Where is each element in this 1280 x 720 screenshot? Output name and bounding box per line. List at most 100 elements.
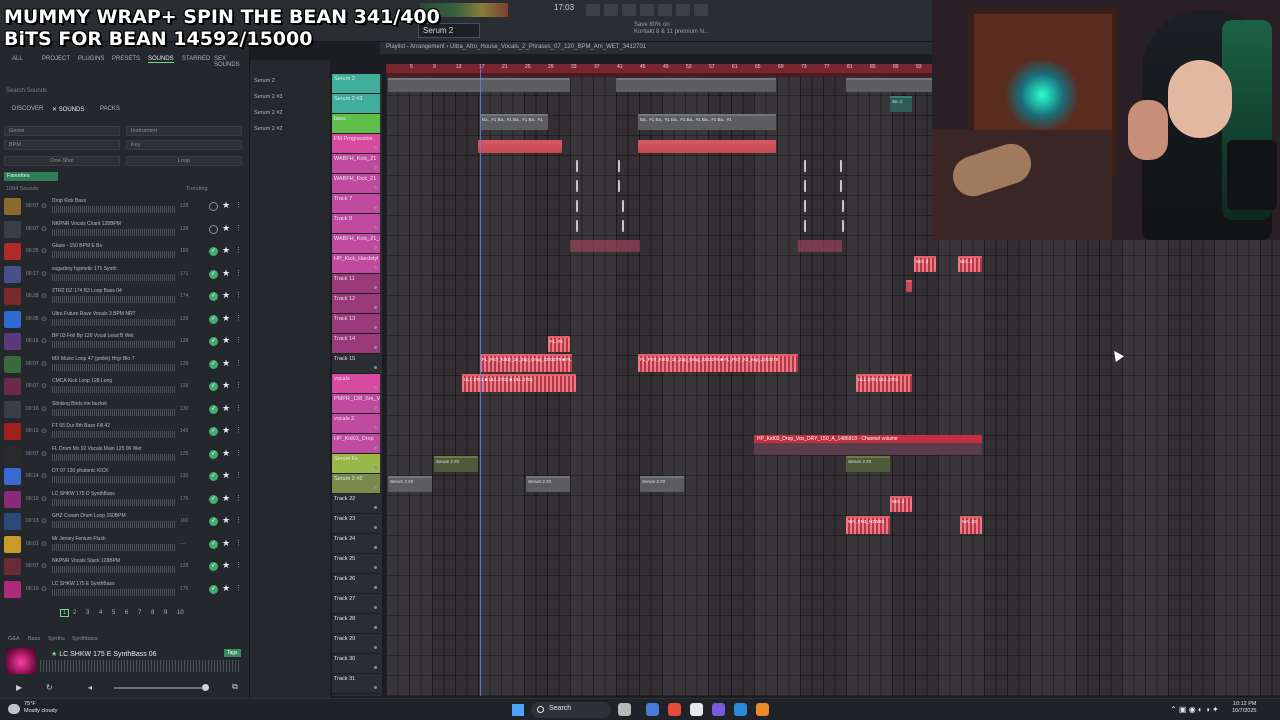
sound-waveform[interactable] bbox=[52, 318, 176, 326]
page-4[interactable]: 4 bbox=[99, 610, 102, 616]
cloud-icon[interactable] bbox=[8, 704, 20, 714]
check-icon[interactable]: ✓ bbox=[209, 382, 218, 391]
page-6[interactable]: 6 bbox=[125, 610, 128, 616]
pattern-clip[interactable] bbox=[846, 78, 932, 92]
weather-widget[interactable]: 75°F Mostly cloudy bbox=[24, 701, 57, 715]
star-icon[interactable]: ★ bbox=[222, 560, 230, 571]
sound-waveform[interactable] bbox=[52, 566, 176, 573]
star-icon[interactable]: ★ bbox=[222, 470, 230, 481]
channel-item[interactable]: Serum 2 #2 bbox=[254, 126, 282, 132]
more-icon[interactable]: ⋮ bbox=[235, 584, 242, 592]
tab-project[interactable]: PROJECT bbox=[42, 56, 70, 62]
track-header[interactable]: Track 23 bbox=[332, 514, 380, 534]
track-header[interactable]: Track 13 bbox=[332, 314, 380, 334]
check-icon[interactable]: ✓ bbox=[209, 517, 218, 526]
more-icon[interactable]: ⋮ bbox=[235, 561, 242, 569]
page-3[interactable]: 3 bbox=[86, 610, 89, 616]
serum-clip[interactable]: Serum 2 #2 bbox=[846, 456, 890, 472]
timeline-ruler[interactable]: 5 9 13 17 21 25 29 33 37 41 45 49 53 57 61 65 69 73 77 81 85… bbox=[386, 64, 936, 73]
track-header[interactable]: Serum Fx bbox=[332, 454, 380, 474]
play-icon[interactable]: ⊙ bbox=[41, 585, 47, 593]
track-header[interactable]: Track 29 bbox=[332, 634, 380, 654]
track-header[interactable]: Track 7 bbox=[332, 194, 380, 214]
play-icon[interactable]: ⊙ bbox=[41, 202, 47, 210]
loop-icon[interactable]: ↻ bbox=[46, 683, 53, 692]
audio-clip[interactable]: WA_KN3_H3W83 bbox=[846, 516, 890, 534]
track-header[interactable]: vocals bbox=[332, 374, 380, 394]
sound-waveform[interactable] bbox=[52, 431, 176, 438]
sound-waveform[interactable] bbox=[52, 251, 176, 258]
taskbar-search[interactable]: Search bbox=[531, 702, 611, 718]
track-header[interactable]: WABFH_Kick_21 bbox=[332, 174, 380, 194]
track-mute-icon[interactable] bbox=[374, 286, 377, 289]
page-7[interactable]: 7 bbox=[138, 610, 141, 616]
page-9[interactable]: 9 bbox=[164, 610, 167, 616]
track-header[interactable]: Serum 2 #2 bbox=[332, 474, 380, 494]
check-icon[interactable]: ✓ bbox=[209, 247, 218, 256]
loop-icon[interactable] bbox=[586, 4, 600, 16]
page-2[interactable]: 2 bbox=[73, 610, 76, 616]
sound-waveform[interactable] bbox=[52, 453, 176, 461]
more-icon[interactable]: ⋮ bbox=[235, 201, 242, 209]
sound-row[interactable]: 00:07 ⊙ FL Drum Mx 02 Vocals Main 125 06 W… bbox=[0, 444, 246, 466]
more-icon[interactable]: ⋮ bbox=[235, 291, 242, 299]
star-icon[interactable]: ★ bbox=[222, 335, 230, 346]
star-icon[interactable]: ★ bbox=[222, 493, 230, 504]
sound-row[interactable]: 00:16 ⊙ BP 03 Fml Bp 128 Vocal Lead B Wet 1… bbox=[0, 331, 246, 353]
sound-row[interactable]: 00:07 ⊙ NKPNR Vocals Chant 128BPM 128 ★ ⋮ bbox=[0, 219, 246, 241]
circle-icon[interactable] bbox=[209, 202, 218, 211]
track-header[interactable]: Track 15 bbox=[332, 354, 380, 374]
serum-clip[interactable]: Serum 2 #2 bbox=[640, 476, 684, 492]
play-icon[interactable]: ⊙ bbox=[41, 517, 47, 525]
kick-pattern-clip[interactable] bbox=[576, 200, 624, 212]
sound-waveform[interactable] bbox=[52, 498, 176, 506]
star-icon[interactable]: ★ bbox=[222, 515, 230, 526]
audio-clip[interactable]: WA..33 bbox=[960, 516, 982, 534]
sound-row[interactable]: 00:07 ⊙ CMCA Kick Loop 128 Long 128 ✓ ★ ⋮ bbox=[0, 376, 246, 398]
track-mute-icon[interactable] bbox=[374, 666, 377, 669]
track-header[interactable]: Track 24 bbox=[332, 534, 380, 554]
audio-clip[interactable] bbox=[638, 140, 776, 153]
more-icon[interactable]: ⋮ bbox=[235, 336, 242, 344]
sound-waveform[interactable] bbox=[52, 408, 176, 416]
tab-sex-sounds[interactable]: SEX SOUNDS bbox=[214, 56, 250, 68]
audio-clip[interactable]: WA..3 bbox=[958, 256, 982, 272]
playhead[interactable] bbox=[480, 64, 481, 696]
automation-clip[interactable]: HP_Kid03_Drop_Vox_DRY_150_A_1486918 - Ch… bbox=[754, 435, 982, 455]
bass-clip[interactable]: Ba.. #1 Ba.. #1 Ba.. #1 Ba.. #1 bbox=[480, 114, 548, 130]
sounds-search-input[interactable]: Search Sounds bbox=[6, 88, 47, 94]
tab-sounds[interactable]: SOUNDS bbox=[148, 56, 174, 63]
pattern-clip[interactable] bbox=[616, 78, 776, 92]
app-icon[interactable] bbox=[712, 703, 725, 716]
drag-icon[interactable]: ⧉ bbox=[232, 682, 238, 692]
star-icon[interactable]: ★ bbox=[222, 403, 230, 414]
channel-item[interactable]: Serum 2 #2 bbox=[254, 110, 282, 116]
check-icon[interactable]: ✓ bbox=[209, 539, 218, 549]
chrome-icon[interactable] bbox=[668, 703, 681, 716]
star-icon[interactable]: ★ bbox=[222, 583, 230, 594]
play-icon[interactable]: ⊙ bbox=[41, 495, 47, 503]
play-icon[interactable]: ⊙ bbox=[41, 315, 47, 323]
pattern-clip[interactable]: Se..2 bbox=[890, 96, 912, 112]
star-icon[interactable]: ★ bbox=[222, 290, 230, 301]
track-header[interactable]: vocals 2 bbox=[332, 414, 380, 434]
play-icon[interactable]: ⊙ bbox=[41, 540, 47, 548]
subtab-discover[interactable]: DISCOVER bbox=[12, 106, 43, 112]
track-header[interactable]: WABFH_Kick_21_B bbox=[332, 234, 380, 254]
sound-row[interactable]: 00:01 ⊙ Mr Jersey Fenium Flush — ✓ ★ ⋮ bbox=[0, 534, 246, 556]
favorites-button[interactable]: Favorites bbox=[4, 172, 58, 181]
sound-row[interactable]: 00:10 ⊙ LC SHKW 175 E SynthBass 175 ✓ ★ ⋮ bbox=[0, 579, 246, 601]
track-header[interactable]: Track 14 bbox=[332, 334, 380, 354]
sound-waveform[interactable] bbox=[52, 521, 176, 528]
track-header[interactable]: Track 28 bbox=[332, 614, 380, 634]
sound-waveform[interactable] bbox=[52, 386, 176, 393]
track-header[interactable]: WABFH_Kick_21 bbox=[332, 154, 380, 174]
sound-waveform[interactable] bbox=[52, 273, 176, 281]
sound-row[interactable]: 00:17 ⊙ sugarboy hypnotic 171 Synth 171 ✓ ★ ⋮ bbox=[0, 264, 246, 286]
sound-waveform[interactable] bbox=[52, 296, 176, 303]
sound-waveform[interactable] bbox=[52, 588, 176, 596]
more-icon[interactable]: ⋮ bbox=[235, 539, 242, 547]
track-mute-icon[interactable] bbox=[374, 266, 377, 269]
kick-pattern-clip[interactable] bbox=[576, 160, 620, 172]
sound-waveform[interactable] bbox=[52, 341, 176, 348]
